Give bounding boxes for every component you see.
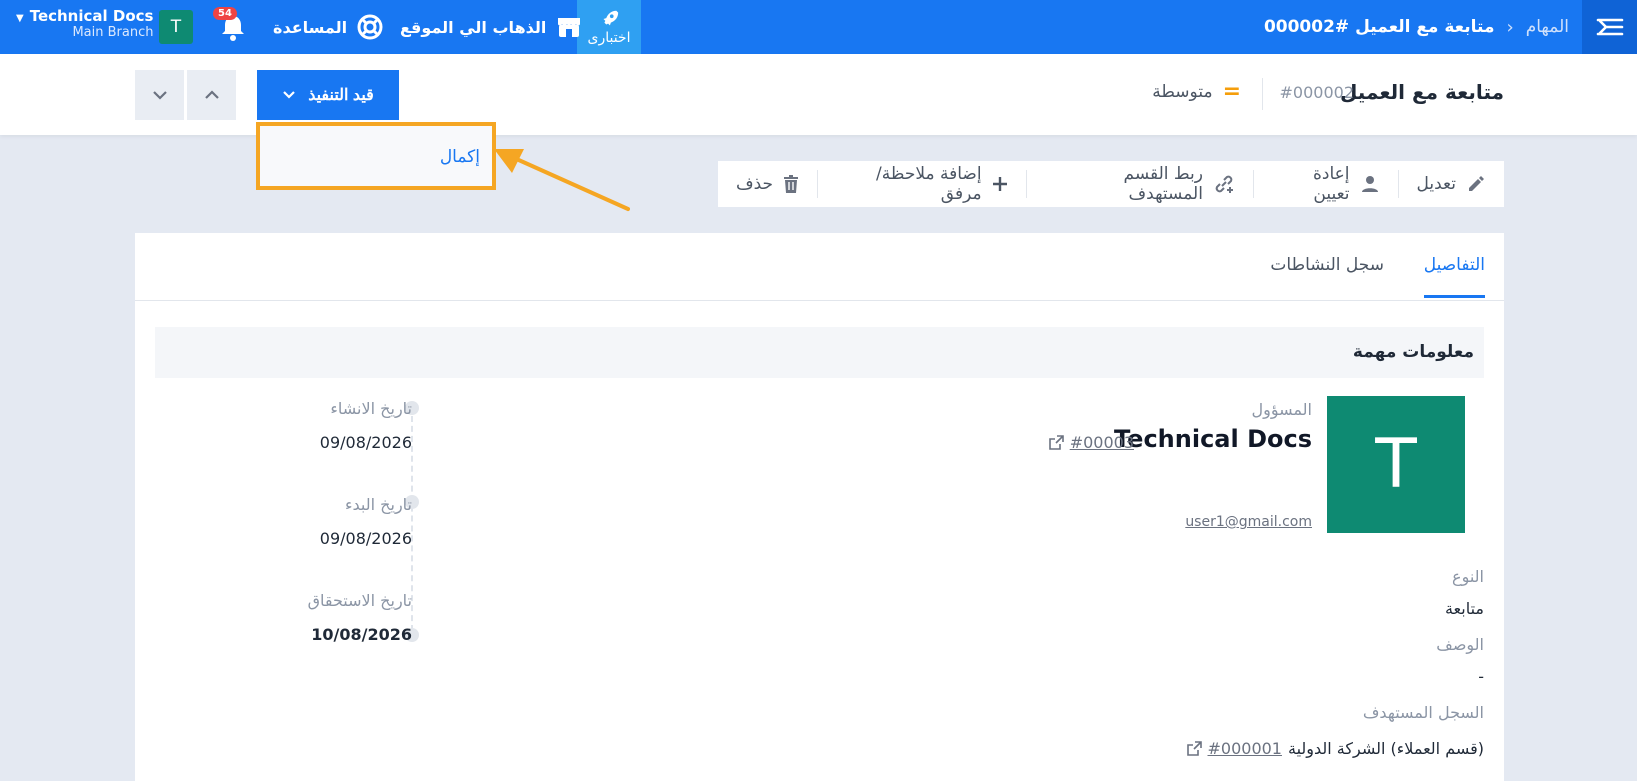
edit-label: تعديل <box>1416 174 1456 194</box>
account-branch: Main Branch <box>72 25 154 40</box>
type-value: متابعة <box>1444 599 1484 618</box>
next-record-button[interactable] <box>135 70 184 120</box>
trial-label: اختبارى <box>587 30 631 46</box>
start-date-value: 09/08/2026 <box>319 529 412 548</box>
help-link[interactable]: المساعدة <box>273 0 383 54</box>
external-link-icon[interactable] <box>1186 741 1202 756</box>
status-label: قيد التنفيذ <box>308 87 374 104</box>
tab-activity-log[interactable]: سجل النشاطات <box>1270 255 1384 295</box>
breadcrumb: المهام ‹ متابعة مع العميل #000002 <box>1264 0 1569 54</box>
owner-email-link[interactable]: user1@gmail.com <box>1185 514 1312 530</box>
owner-code: #00003 <box>1069 433 1134 452</box>
link-plus-icon <box>1215 175 1233 193</box>
breadcrumb-parent-link[interactable]: المهام <box>1526 17 1569 37</box>
created-date-label: تاريخ الانشاء <box>330 399 412 418</box>
previous-record-button[interactable] <box>187 70 236 120</box>
due-date-label: تاريخ الاستحقاق <box>307 591 412 610</box>
priority-indicator: = متوسطة <box>1152 79 1241 104</box>
priority-label: متوسطة <box>1152 82 1213 102</box>
chevron-down-icon <box>283 91 295 99</box>
action-toolbar: تعديل إعادة تعيين ربط القسم المستهدف إضا… <box>718 161 1504 207</box>
delete-button[interactable]: حذف <box>718 170 817 198</box>
reassign-label: إعادة تعيين <box>1313 164 1350 204</box>
add-note-button[interactable]: إضافة ملاحظة/مرفق <box>817 164 1026 204</box>
edit-button[interactable]: تعديل <box>1397 170 1504 198</box>
page-title: متابعة مع العميل <box>1339 80 1504 104</box>
avatar[interactable]: T <box>159 10 193 44</box>
link-target-label: ربط القسم المستهدف <box>1123 164 1203 204</box>
target-record-code-link[interactable]: #000001 <box>1208 739 1282 758</box>
owner-avatar: T <box>1327 396 1465 533</box>
trash-icon <box>784 175 799 193</box>
account-name: Technical Docs <box>29 7 154 25</box>
notification-badge: 54 <box>213 7 237 20</box>
menu-toggle-button[interactable] <box>1582 0 1637 54</box>
section-header: معلومات مهمة <box>155 327 1484 378</box>
owner-name: Technical Docs <box>1113 425 1312 453</box>
breadcrumb-current: متابعة مع العميل #000002 <box>1263 17 1495 37</box>
goto-site-label: الذهاب الي الموقع <box>400 17 547 37</box>
target-record-text: (قسم العملاء) الشركة الدولية <box>1287 739 1484 758</box>
owner-label: المسؤول <box>1251 400 1312 419</box>
help-label: المساعدة <box>273 17 348 37</box>
tab-bar: التفاصيل سجل النشاطات <box>135 233 1504 301</box>
goto-site-link[interactable]: الذهاب الي الموقع <box>400 0 582 54</box>
chevron-left-icon: ‹ <box>1506 16 1514 38</box>
rocket-icon <box>603 10 619 26</box>
chevron-down-icon <box>152 91 167 100</box>
divider <box>1262 78 1263 110</box>
description-label: الوصف <box>1436 635 1484 654</box>
pencil-icon <box>1469 176 1484 191</box>
type-label: النوع <box>1452 567 1484 586</box>
target-record-value: (قسم العملاء) الشركة الدولية #000001 <box>1186 739 1484 758</box>
status-dropdown-menu: إكمال <box>256 122 496 190</box>
user-icon <box>1361 176 1378 192</box>
complete-menu-item[interactable]: إكمال <box>440 147 480 167</box>
link-target-button[interactable]: ربط القسم المستهدف <box>1025 164 1253 204</box>
menu-arrow-icon <box>1596 18 1623 36</box>
owner-code-link[interactable]: #00003 <box>1048 433 1134 452</box>
description-value: - <box>1478 667 1484 686</box>
add-note-label: إضافة ملاحظة/مرفق <box>876 164 982 204</box>
external-link-icon <box>1048 435 1064 450</box>
details-panel: التفاصيل سجل النشاطات معلومات مهمة T الم… <box>135 233 1504 781</box>
store-icon <box>558 18 581 37</box>
annotation-arrow <box>494 149 630 211</box>
created-date-value: 09/08/2026 <box>319 433 412 452</box>
lifebuoy-icon <box>357 14 383 40</box>
plus-icon <box>992 177 1007 191</box>
page-header: متابعة مع العميل #000002 = متوسطة <box>0 54 1637 135</box>
trial-button[interactable]: اختبارى <box>577 0 641 54</box>
chevron-up-icon <box>204 90 219 99</box>
delete-label: حذف <box>736 174 774 194</box>
start-date-label: تاريخ البدء <box>345 495 412 514</box>
top-navbar: المهام ‹ متابعة مع العميل #000002 اختبار… <box>0 0 1637 54</box>
status-dropdown-button[interactable]: قيد التنفيذ <box>257 70 399 120</box>
reassign-button[interactable]: إعادة تعيين <box>1252 164 1398 204</box>
page-code: #000002 <box>1279 83 1354 102</box>
target-record-label: السجل المستهدف <box>1362 703 1484 722</box>
priority-medium-icon: = <box>1222 79 1241 104</box>
section-title: معلومات مهمة <box>1352 342 1474 362</box>
caret-down-icon: ▼ <box>16 13 24 24</box>
tab-details[interactable]: التفاصيل <box>1423 255 1485 298</box>
due-date-value: 10/08/2026 <box>311 625 412 644</box>
account-switcher[interactable]: ▼ Technical Docs Main Branch <box>16 7 153 40</box>
